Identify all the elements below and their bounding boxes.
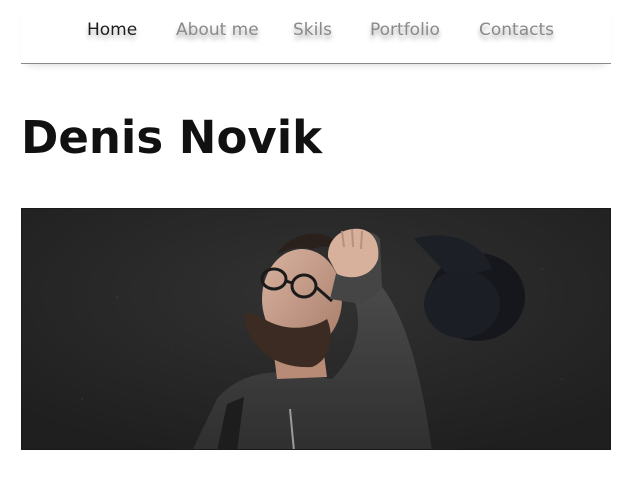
nav-item-contacts[interactable]: Contacts (479, 19, 554, 41)
page: Home About me Skils Portfolio Contacts D… (0, 0, 637, 481)
page-title: Denis Novik (21, 111, 323, 164)
portrait-illustration (22, 209, 610, 449)
nav-item-portfolio[interactable]: Portfolio (370, 19, 440, 41)
top-navigation: Home About me Skils Portfolio Contacts (21, 0, 611, 64)
nav-item-skills[interactable]: Skils (293, 19, 332, 41)
nav-item-about-me[interactable]: About me (176, 19, 259, 41)
hero-photo (21, 208, 611, 450)
nav-item-home[interactable]: Home (87, 19, 137, 41)
